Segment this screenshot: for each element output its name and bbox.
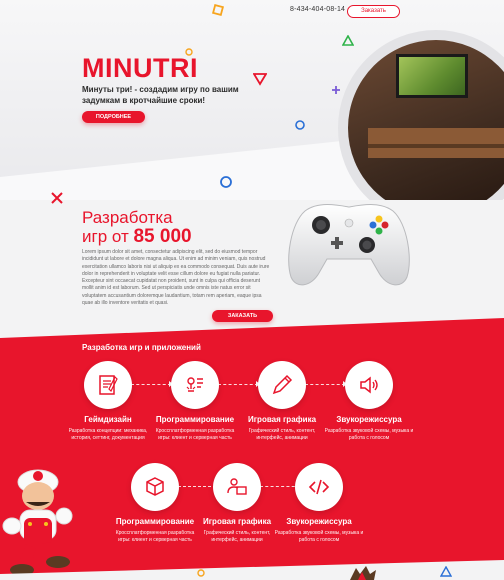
cross-shape-icon: [332, 86, 340, 94]
dev-price: 85 000: [133, 226, 192, 247]
speaker-icon: [345, 361, 393, 409]
phone-number[interactable]: 8-434-404-08-14: [290, 6, 345, 13]
circle-shape-icon: [295, 120, 305, 130]
dev-title-line1: Разработка: [82, 208, 173, 227]
service-name: Игровая графика: [202, 517, 272, 526]
service-card[interactable]: Игровая графика Графический стиль, конте…: [237, 361, 327, 441]
square-shape-icon: [212, 4, 224, 16]
cube-icon: [131, 463, 179, 511]
triangle-shape-icon: [440, 566, 452, 577]
service-name: Программирование: [155, 415, 235, 424]
design-doc-icon: [84, 361, 132, 409]
service-description: Разработка концепции: механика, история,…: [68, 428, 148, 441]
brand-logo: MINUTRI: [82, 53, 198, 83]
services-title: Разработка игр и приложений: [82, 343, 201, 352]
service-description: Разработка звуковой схемы, музыка и рабо…: [324, 428, 414, 441]
more-button[interactable]: ПОДРОБНЕЕ: [82, 111, 145, 123]
pencil-icon: [258, 361, 306, 409]
service-name: Игровая графика: [247, 415, 317, 424]
circle-shape-icon: [220, 176, 232, 188]
bug-code-icon: [171, 361, 219, 409]
service-name: Звукорежиссура: [336, 415, 402, 424]
mascot-image: [2, 469, 73, 576]
service-description: Разработка звуковой схемы, музыка и рабо…: [274, 530, 364, 543]
header-order-button[interactable]: Заказать: [347, 5, 400, 18]
service-card[interactable]: Звукорежиссура Разработка звуковой схемы…: [324, 361, 414, 441]
service-description: Кроссплатформенная разработка игры: клие…: [155, 428, 235, 441]
service-card[interactable]: Звукорежиссура Разработка звуковой схемы…: [274, 463, 364, 543]
order-button[interactable]: ЗАКАЗАТЬ: [212, 310, 273, 322]
service-card[interactable]: Программирование Кроссплатформенная разр…: [150, 361, 240, 441]
circle-shape-icon: [197, 569, 205, 577]
service-description: Кроссплатформенная разработка игры: клие…: [115, 530, 195, 543]
service-description: Графический стиль, контент, интерфейс, а…: [203, 530, 271, 543]
tv-room-image: [338, 30, 504, 200]
code-icon: [295, 463, 343, 511]
developer-icon: [213, 463, 261, 511]
service-card[interactable]: Игровая графика Графический стиль, конте…: [192, 463, 282, 543]
triangle-shape-icon: [342, 35, 354, 46]
gamepad-icon: [288, 204, 410, 286]
service-name: Геймдизайн: [84, 415, 132, 424]
service-description: Графический стиль, контент, интерфейс, а…: [248, 428, 316, 441]
triangle-shape-icon: [253, 73, 267, 86]
circle-shape-icon: [185, 48, 193, 56]
hero-tagline: Минуты три! - создадим игру по вашим зад…: [82, 85, 239, 105]
service-name: Звукорежиссура: [286, 517, 352, 526]
character-peek-icon: [350, 566, 376, 580]
dev-title: Разработка игр от 85 000: [82, 208, 192, 246]
service-card[interactable]: Геймдизайн Разработка концепции: механик…: [63, 361, 153, 441]
dev-description: Lorem ipsum dolor sit amet, consectetur …: [82, 249, 270, 307]
service-card[interactable]: Программирование Кроссплатформенная разр…: [110, 463, 200, 543]
service-name: Программирование: [115, 517, 195, 526]
cross-shape-icon: [51, 192, 63, 204]
dev-title-line2: игр от: [82, 227, 129, 246]
